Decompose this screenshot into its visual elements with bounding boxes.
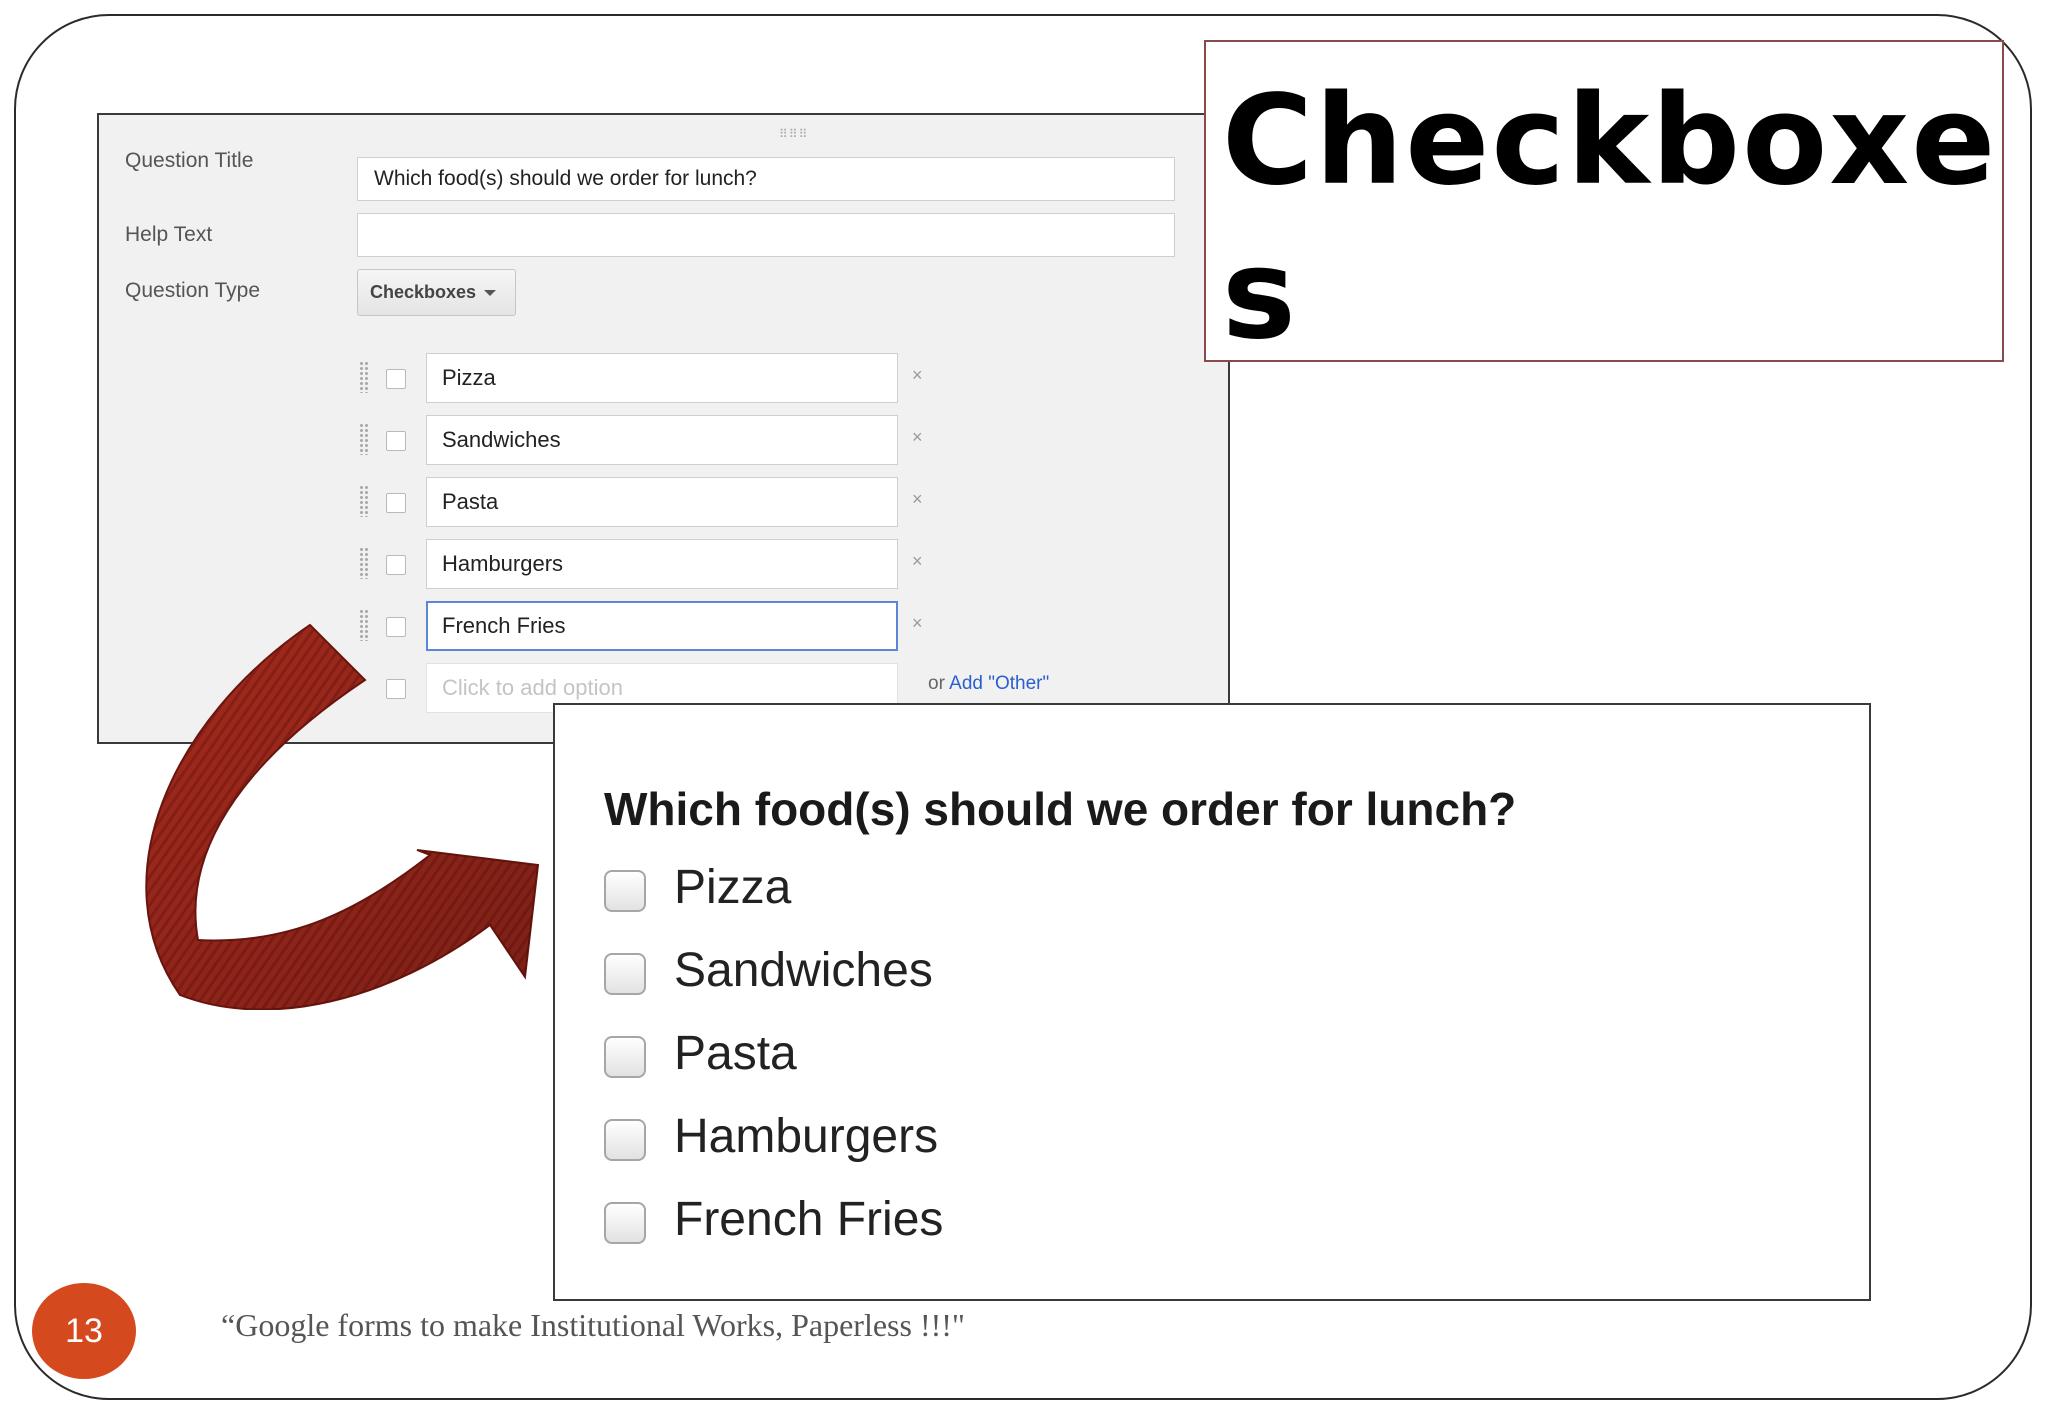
option-input[interactable]: Sandwiches [426, 415, 898, 465]
checkbox-icon[interactable] [604, 870, 646, 912]
checkbox-icon[interactable] [604, 1036, 646, 1078]
drag-grip-icon[interactable]: ⠿⠿⠿ [779, 127, 808, 141]
chevron-down-icon [484, 290, 497, 297]
close-icon[interactable]: × [912, 489, 923, 510]
slide-title-box: Checkboxes [1204, 40, 2004, 362]
option-row: Pizza × [99, 353, 1228, 403]
preview-option[interactable]: French Fries [604, 1190, 1604, 1250]
preview-option[interactable]: Pizza [604, 858, 1604, 918]
help-text-label: Help Text [125, 223, 213, 246]
option-checkbox-icon [386, 431, 406, 451]
option-row: Pasta × [99, 477, 1228, 527]
option-input[interactable]: Pasta [426, 477, 898, 527]
question-type-label: Question Type [125, 279, 261, 302]
preview-option[interactable]: Sandwiches [604, 941, 1604, 1001]
slide-title: Checkboxes [1222, 69, 1998, 362]
question-title-input[interactable]: Which food(s) should we order for lunch? [357, 157, 1175, 201]
help-text-input[interactable] [357, 213, 1175, 257]
question-type-value: Checkboxes [370, 282, 477, 302]
close-icon[interactable]: × [912, 427, 923, 448]
add-other-prefix: or [928, 673, 945, 694]
option-row: Hamburgers × [99, 539, 1228, 589]
add-other-link[interactable]: Add "Other" [949, 673, 1049, 694]
option-input[interactable]: Pizza [426, 353, 898, 403]
option-row: Sandwiches × [99, 415, 1228, 465]
page-number-badge: 13 [32, 1283, 136, 1379]
slide-footer: “Google forms to make Institutional Work… [221, 1307, 965, 1343]
checkbox-icon[interactable] [604, 1202, 646, 1244]
preview-option[interactable]: Pasta [604, 1024, 1604, 1084]
preview-option-label: Sandwiches [674, 944, 933, 997]
add-other-text: or Add "Other" [928, 673, 1049, 695]
preview-question-title: Which food(s) should we order for lunch? [604, 783, 1517, 835]
preview-option-label: Pasta [674, 1027, 797, 1080]
preview-option[interactable]: Hamburgers [604, 1107, 1604, 1167]
drag-handle-icon[interactable] [359, 485, 369, 517]
form-preview: Which food(s) should we order for lunch?… [553, 703, 1871, 1301]
preview-option-label: Pizza [674, 861, 792, 914]
preview-option-label: French Fries [674, 1193, 944, 1246]
curved-arrow-icon [145, 623, 540, 1010]
close-icon[interactable]: × [912, 551, 923, 572]
close-icon[interactable]: × [912, 365, 923, 386]
option-checkbox-icon [386, 369, 406, 389]
preview-option-label: Hamburgers [674, 1110, 939, 1163]
close-icon[interactable]: × [912, 613, 923, 634]
question-type-select[interactable]: Checkboxes [357, 269, 516, 316]
drag-handle-icon[interactable] [359, 361, 369, 393]
checkbox-icon[interactable] [604, 953, 646, 995]
question-title-label: Question Title [125, 149, 254, 172]
drag-handle-icon[interactable] [359, 423, 369, 455]
option-checkbox-icon [386, 493, 406, 513]
option-input[interactable]: Hamburgers [426, 539, 898, 589]
option-checkbox-icon [386, 555, 406, 575]
checkbox-icon[interactable] [604, 1119, 646, 1161]
drag-handle-icon[interactable] [359, 547, 369, 579]
